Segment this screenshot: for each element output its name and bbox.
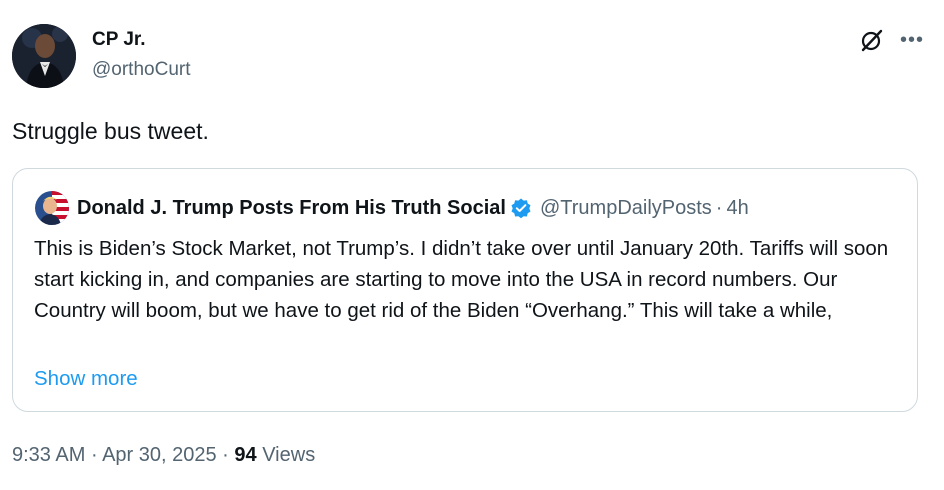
author-info: CP Jr. @orthoCurt (92, 28, 191, 82)
tweet-time[interactable]: 9:33 AM (12, 444, 85, 466)
quoted-separator: · (715, 196, 723, 219)
grok-icon[interactable] (858, 26, 886, 54)
quoted-author-name[interactable]: Donald J. Trump Posts From His Truth Soc… (77, 197, 506, 220)
tweet-text: Struggle bus tweet. (12, 118, 209, 144)
views-label: Views (262, 444, 316, 466)
tweet-metadata: 9:33 AM · Apr 30, 2025 · 94 Views (12, 444, 315, 467)
views-count: 94 (234, 444, 263, 466)
tweet-date[interactable]: Apr 30, 2025 (102, 444, 217, 466)
quoted-avatar-image (35, 191, 69, 225)
more-options-icon[interactable]: ••• (900, 30, 924, 50)
show-more-link[interactable]: Show more (34, 363, 138, 394)
avatar-image (12, 24, 76, 88)
top-actions: ••• (858, 26, 924, 54)
author-name[interactable]: CP Jr. (92, 28, 191, 52)
meta-separator: · (90, 444, 103, 466)
quoted-timestamp[interactable]: 4h (726, 197, 748, 220)
quoted-author-avatar[interactable] (35, 191, 69, 225)
author-handle[interactable]: @orthoCurt (92, 58, 191, 82)
quoted-tweet-header: Donald J. Trump Posts From His Truth Soc… (35, 191, 749, 225)
quoted-tweet-text: This is Biden’s Stock Market, not Trump’… (34, 237, 889, 322)
meta-separator: · (222, 444, 235, 466)
author-avatar[interactable] (12, 24, 76, 88)
tweet: CP Jr. @orthoCurt ••• Struggle bus tweet… (0, 0, 944, 490)
quoted-tweet-card[interactable]: Donald J. Trump Posts From His Truth Soc… (12, 168, 918, 412)
verified-badge-icon (510, 197, 532, 219)
quoted-author-handle[interactable]: @TrumpDailyPosts (540, 197, 712, 220)
